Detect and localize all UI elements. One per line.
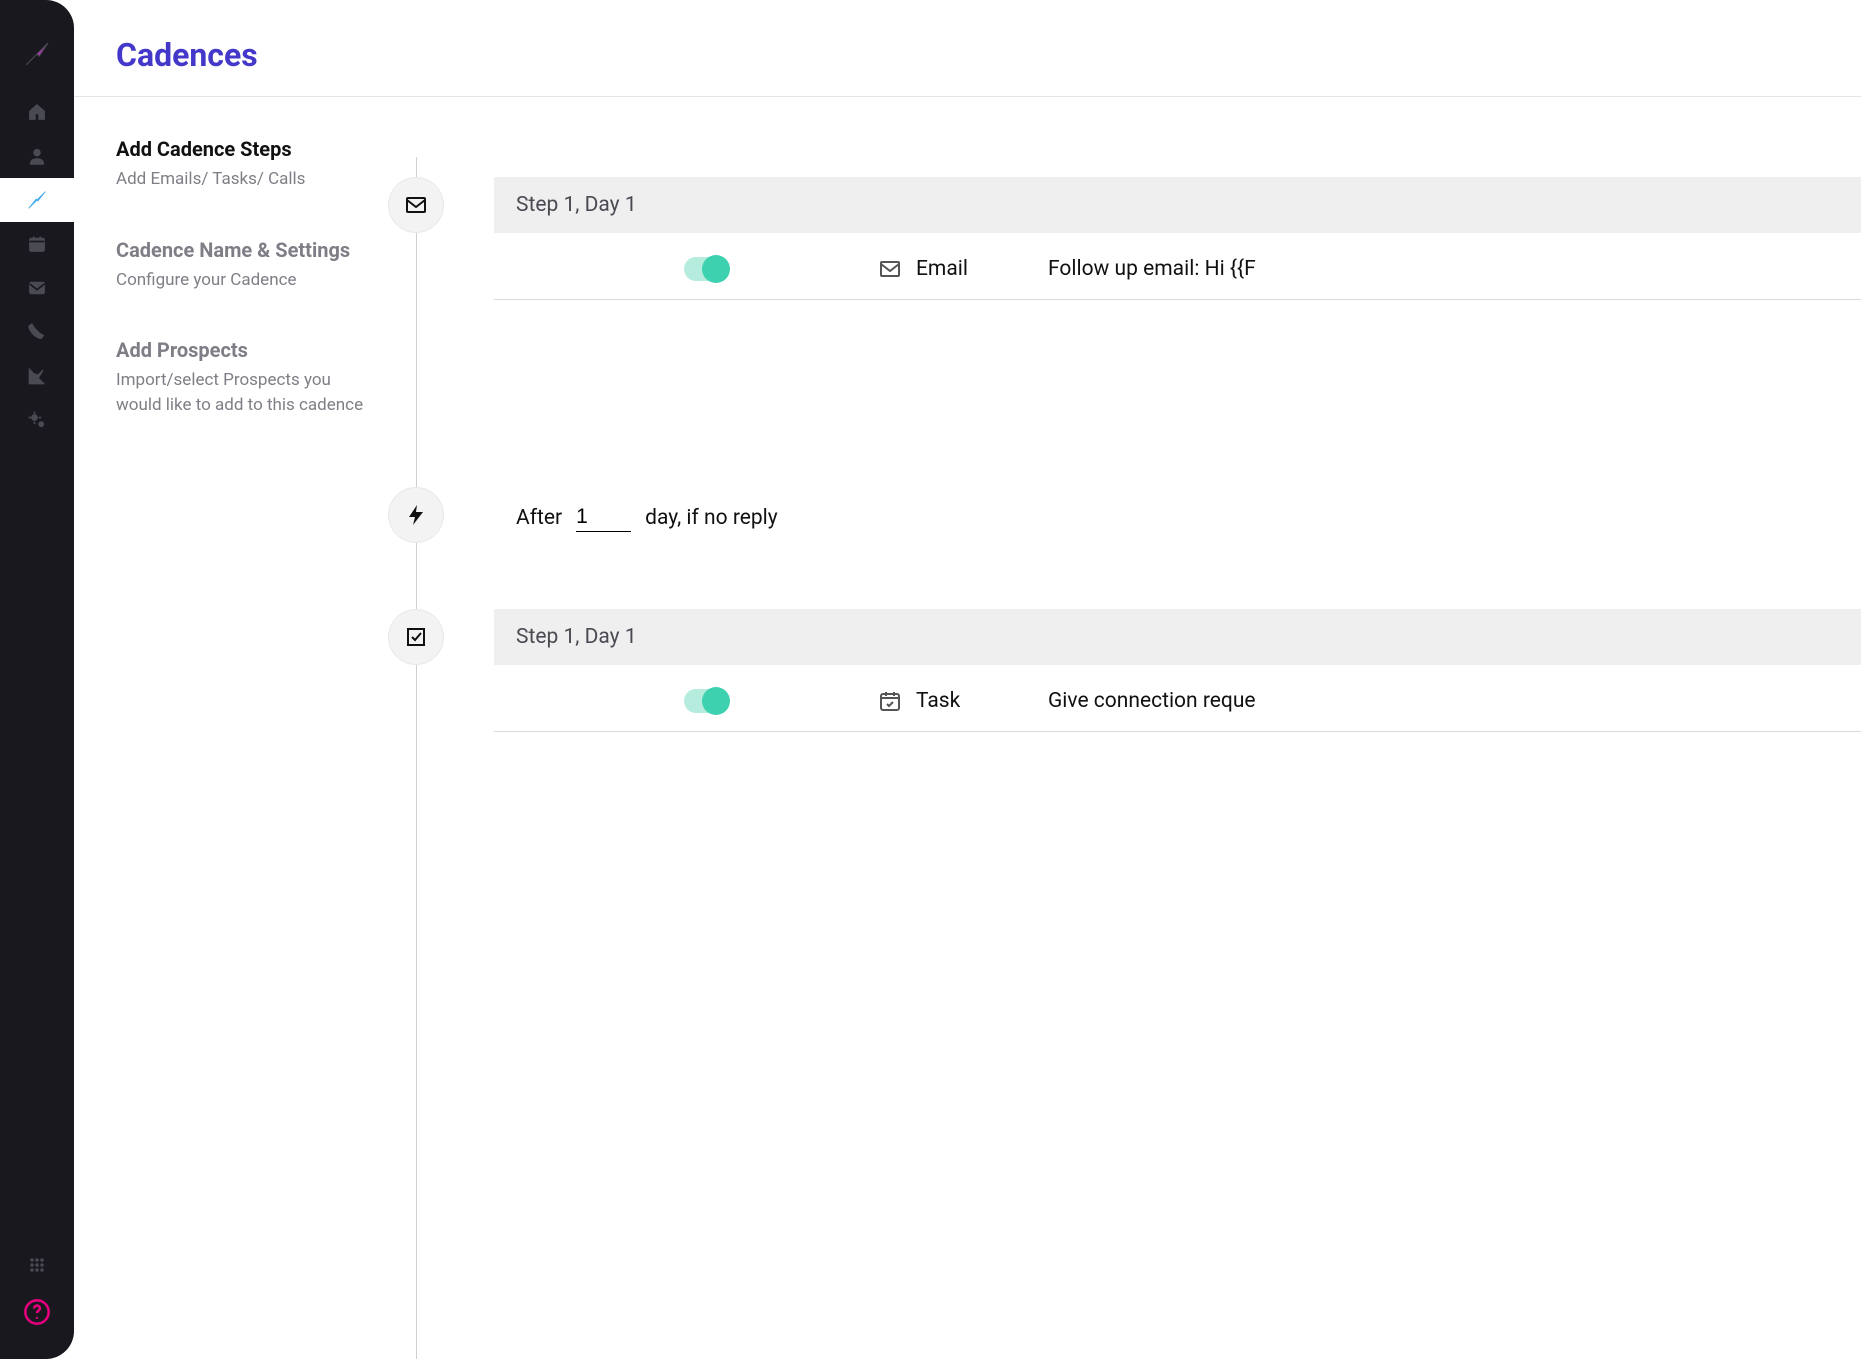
nav-dialpad[interactable] [0,1243,74,1287]
step-description: Give connection reque [1048,689,1256,713]
step-header: Step 1, Day 1 [494,177,1861,233]
email-icon [404,193,428,217]
wizard-step-name-settings[interactable]: Cadence Name & Settings Configure your C… [116,238,364,293]
nav-inbox[interactable] [0,266,74,310]
wizard-step-title: Add Cadence Steps [116,137,364,161]
main-sidebar [0,0,74,1359]
delay-prefix: After [516,506,562,530]
wizard-step-prospects[interactable]: Add Prospects Import/select Prospects yo… [116,338,364,417]
nav-reports[interactable] [0,354,74,398]
nav-help[interactable] [0,1287,74,1337]
wizard-step-subtitle: Configure your Cadence [116,268,364,293]
step-row[interactable]: Email Follow up email: Hi {{F [494,233,1861,300]
delay-suffix: day, if no reply [645,506,778,530]
wizard-step-title: Cadence Name & Settings [116,238,364,262]
bolt-icon [404,503,428,527]
nav-contacts[interactable] [0,134,74,178]
step-type-label: Task [916,689,960,713]
wizard-steps: Add Cadence Steps Add Emails/ Tasks/ Cal… [74,97,384,1359]
delay-days-input[interactable] [576,503,631,532]
page-title: Cadences [116,36,1861,74]
nav-calendar[interactable] [0,222,74,266]
timeline-node-delay [388,487,444,543]
step-enabled-toggle[interactable] [684,257,728,281]
step-enabled-toggle[interactable] [684,689,728,713]
cadence-timeline: Step 1, Day 1 Email Follow up email: Hi … [384,97,1861,1359]
nav-cadences[interactable] [0,178,74,222]
step-description: Follow up email: Hi {{F [1048,257,1256,281]
step-row[interactable]: Task Give connection reque [494,665,1861,732]
nav-settings[interactable] [0,398,74,442]
cadence-step-1: Step 1, Day 1 Email Follow up email: Hi … [494,177,1861,300]
wizard-step-title: Add Prospects [116,338,364,362]
email-icon [878,257,902,281]
delay-condition: After day, if no reply [494,503,1861,532]
nav-home[interactable] [0,90,74,134]
logo-icon[interactable] [0,28,74,80]
step-type: Email [878,257,1048,281]
timeline-node-task [388,609,444,665]
wizard-step-subtitle: Import/select Prospects you would like t… [116,368,364,417]
cadence-step-2: Step 1, Day 1 Task Give connection reque [494,609,1861,732]
timeline-rail [416,157,417,1359]
wizard-step-subtitle: Add Emails/ Tasks/ Calls [116,167,364,192]
nav-calls[interactable] [0,310,74,354]
page-header: Cadences [74,0,1861,97]
step-type-label: Email [916,257,968,281]
calendar-task-icon [878,689,902,713]
step-header: Step 1, Day 1 [494,609,1861,665]
step-type: Task [878,689,1048,713]
checkbox-icon [404,625,428,649]
timeline-node-email [388,177,444,233]
wizard-step-add-steps[interactable]: Add Cadence Steps Add Emails/ Tasks/ Cal… [116,137,364,192]
